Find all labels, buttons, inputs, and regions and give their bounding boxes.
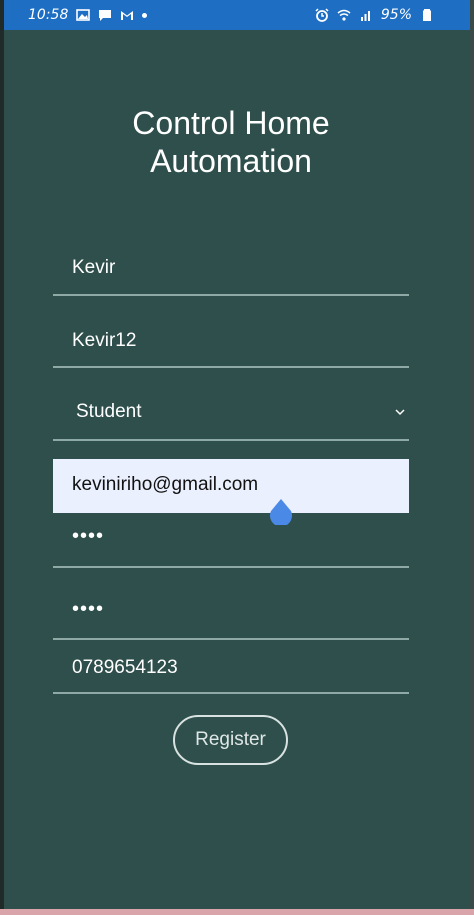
phone-value: 0789654123: [72, 657, 178, 678]
username-field[interactable]: Kevir: [53, 238, 409, 296]
status-left: 10:58: [4, 7, 148, 23]
alarm-icon: [315, 8, 329, 22]
image-icon: [76, 8, 91, 22]
role-value: Student: [76, 401, 142, 422]
signal-icon: [359, 8, 373, 22]
confirm-password-field[interactable]: ••••: [53, 584, 409, 640]
email-value: keviniriho@gmail.com: [72, 474, 259, 495]
status-bar: 10:58 95%: [4, 0, 470, 30]
username-value: Kevir: [72, 257, 116, 278]
register-button[interactable]: Register: [173, 715, 288, 765]
user-id-value: Kevir12: [72, 330, 137, 351]
title-line-2: Automation: [150, 143, 312, 179]
battery-percent: 95%: [380, 7, 412, 23]
message-icon: [98, 8, 112, 22]
role-dropdown[interactable]: Student: [53, 383, 409, 441]
bezel-right: [470, 0, 474, 915]
dot-icon: [142, 12, 148, 18]
status-right: 95%: [315, 7, 470, 23]
app-screen: 10:58 95% Control Home Automation Kevir …: [0, 0, 474, 915]
bottom-strip: [0, 909, 474, 915]
title-line-1: Control Home: [132, 105, 330, 141]
confirm-password-value: ••••: [72, 598, 105, 620]
phone-field[interactable]: 0789654123: [53, 640, 409, 694]
password-value: ••••: [72, 525, 105, 547]
chevron-down-icon: [395, 409, 405, 416]
email-field[interactable]: keviniriho@gmail.com: [53, 459, 409, 513]
wifi-icon: [337, 8, 351, 22]
page-title: Control Home Automation: [0, 104, 462, 180]
gmail-icon: [120, 8, 134, 22]
battery-icon: [420, 8, 434, 22]
user-id-field[interactable]: Kevir12: [53, 311, 409, 368]
password-field[interactable]: ••••: [53, 513, 409, 568]
status-time: 10:58: [28, 7, 69, 23]
